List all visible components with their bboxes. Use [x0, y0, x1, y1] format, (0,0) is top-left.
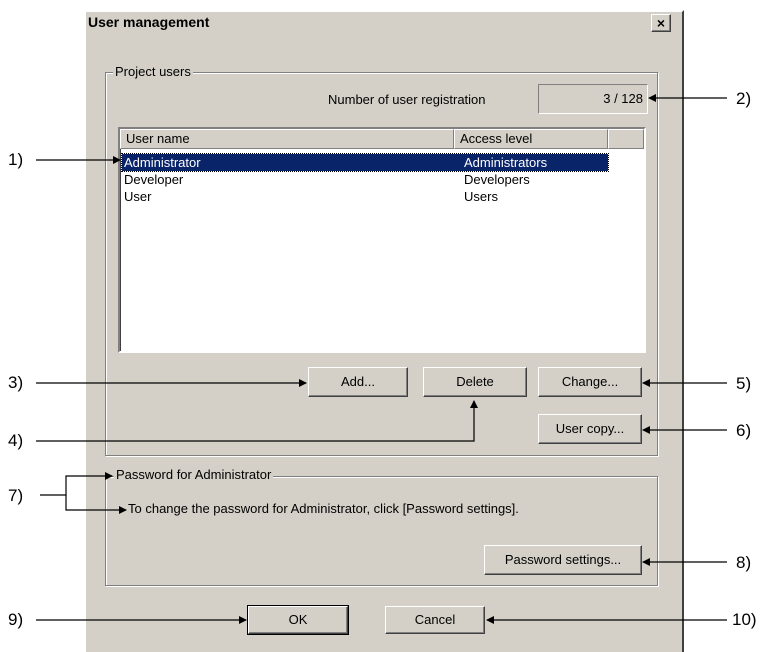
callout-1: 1)	[8, 150, 24, 169]
callout-2: 2)	[736, 89, 752, 108]
callout-10: 10)	[732, 610, 757, 629]
callout-3: 3)	[8, 373, 24, 392]
callout-7: 7)	[8, 486, 24, 505]
callout-6: 6)	[736, 421, 752, 440]
callout-7b-line	[65, 495, 127, 514]
callout-lines	[36, 94, 727, 624]
callout-8: 8)	[736, 553, 752, 572]
callout-7a-line	[40, 472, 113, 496]
callout-4: 4)	[8, 431, 24, 450]
callout-5: 5)	[736, 374, 752, 393]
callout-4-line	[36, 400, 478, 442]
callout-9: 9)	[8, 610, 24, 629]
